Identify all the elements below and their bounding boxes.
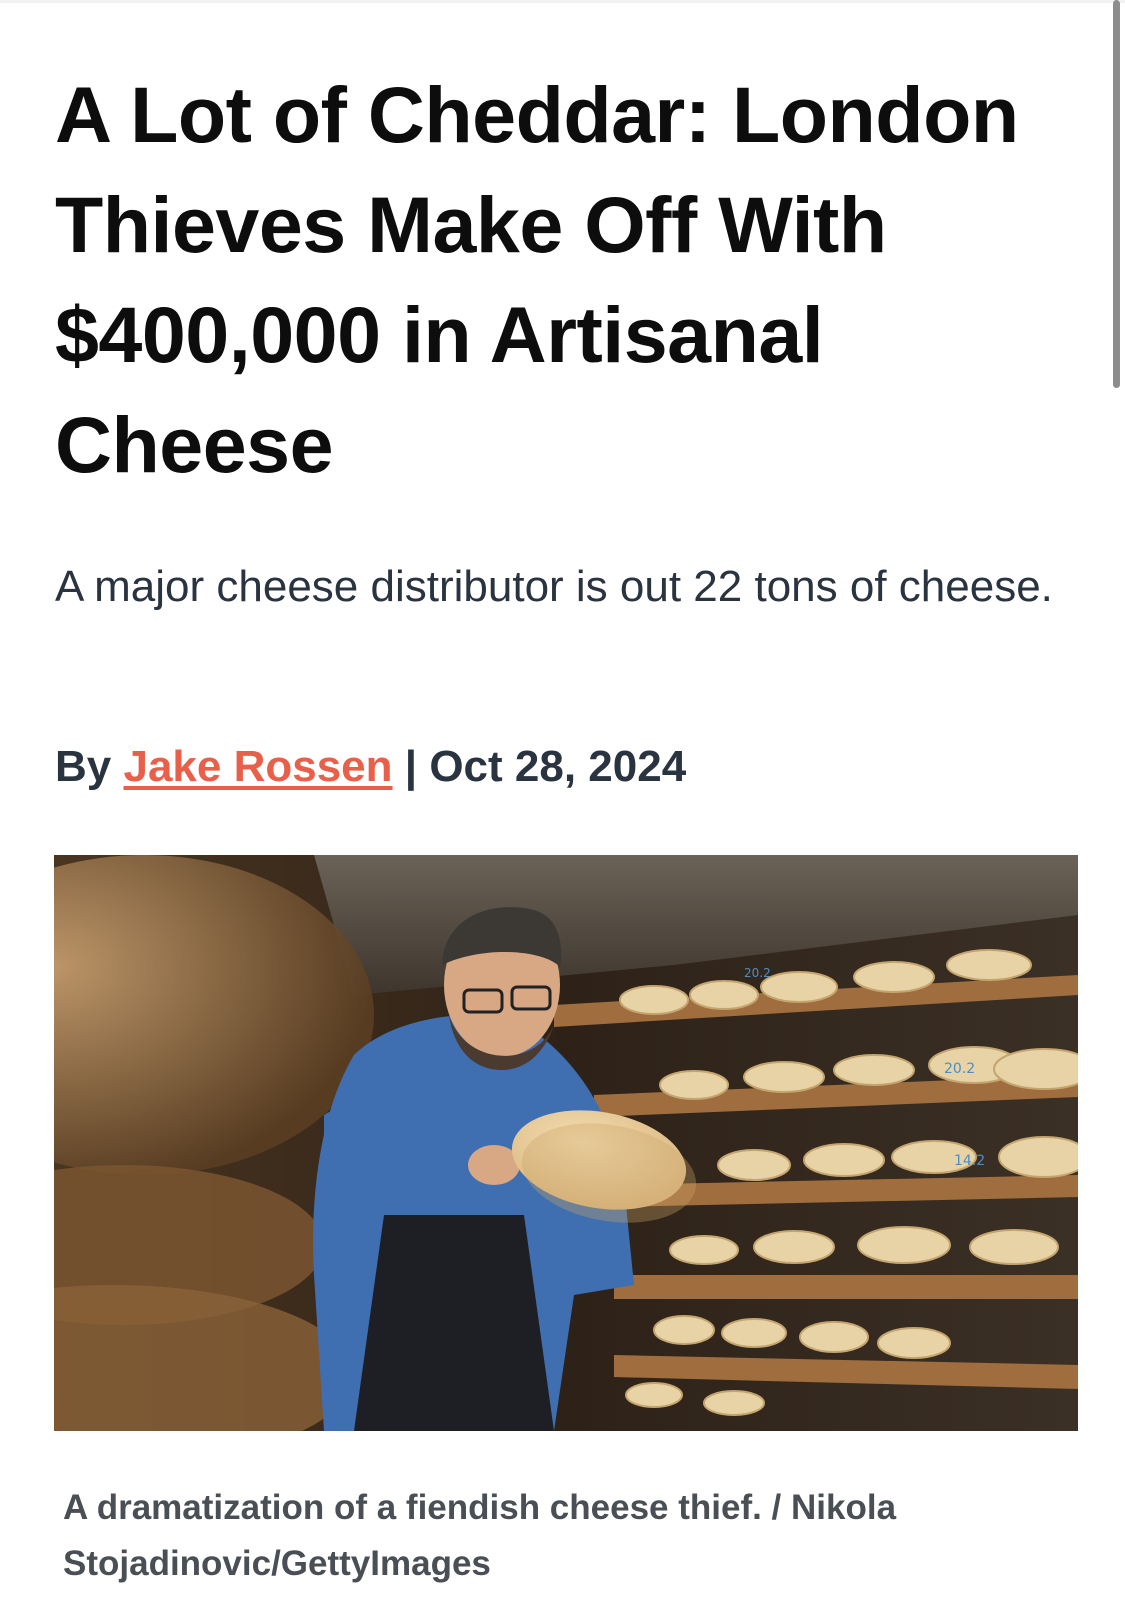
- author-link[interactable]: Jake Rossen: [123, 742, 392, 791]
- shelf-label-2: 20.2: [944, 1061, 975, 1077]
- dek: A major cheese distributor is out 22 ton…: [55, 562, 1053, 611]
- scrollbar[interactable]: [1113, 0, 1120, 388]
- cheese-cellar-photo: 20.2 20.2 14.2: [54, 855, 1078, 1431]
- top-divider: [0, 0, 1125, 3]
- shelf-label-3: 14.2: [954, 1153, 985, 1169]
- publish-date: Oct 28, 2024: [429, 742, 687, 791]
- headline: A Lot of Cheddar: London Thieves Make Of…: [55, 70, 1019, 489]
- byline-prefix: By: [55, 742, 112, 791]
- article-header: A Lot of Cheddar: London Thieves Make Of…: [55, 60, 1080, 500]
- hero-image: 20.2 20.2 14.2: [54, 855, 1078, 1431]
- shelf-label-1: 20.2: [744, 966, 771, 980]
- byline-separator: |: [404, 742, 418, 791]
- image-caption: A dramatization of a fiendish cheese thi…: [63, 1488, 897, 1583]
- byline: By Jake Rossen | Oct 28, 2024: [55, 742, 686, 792]
